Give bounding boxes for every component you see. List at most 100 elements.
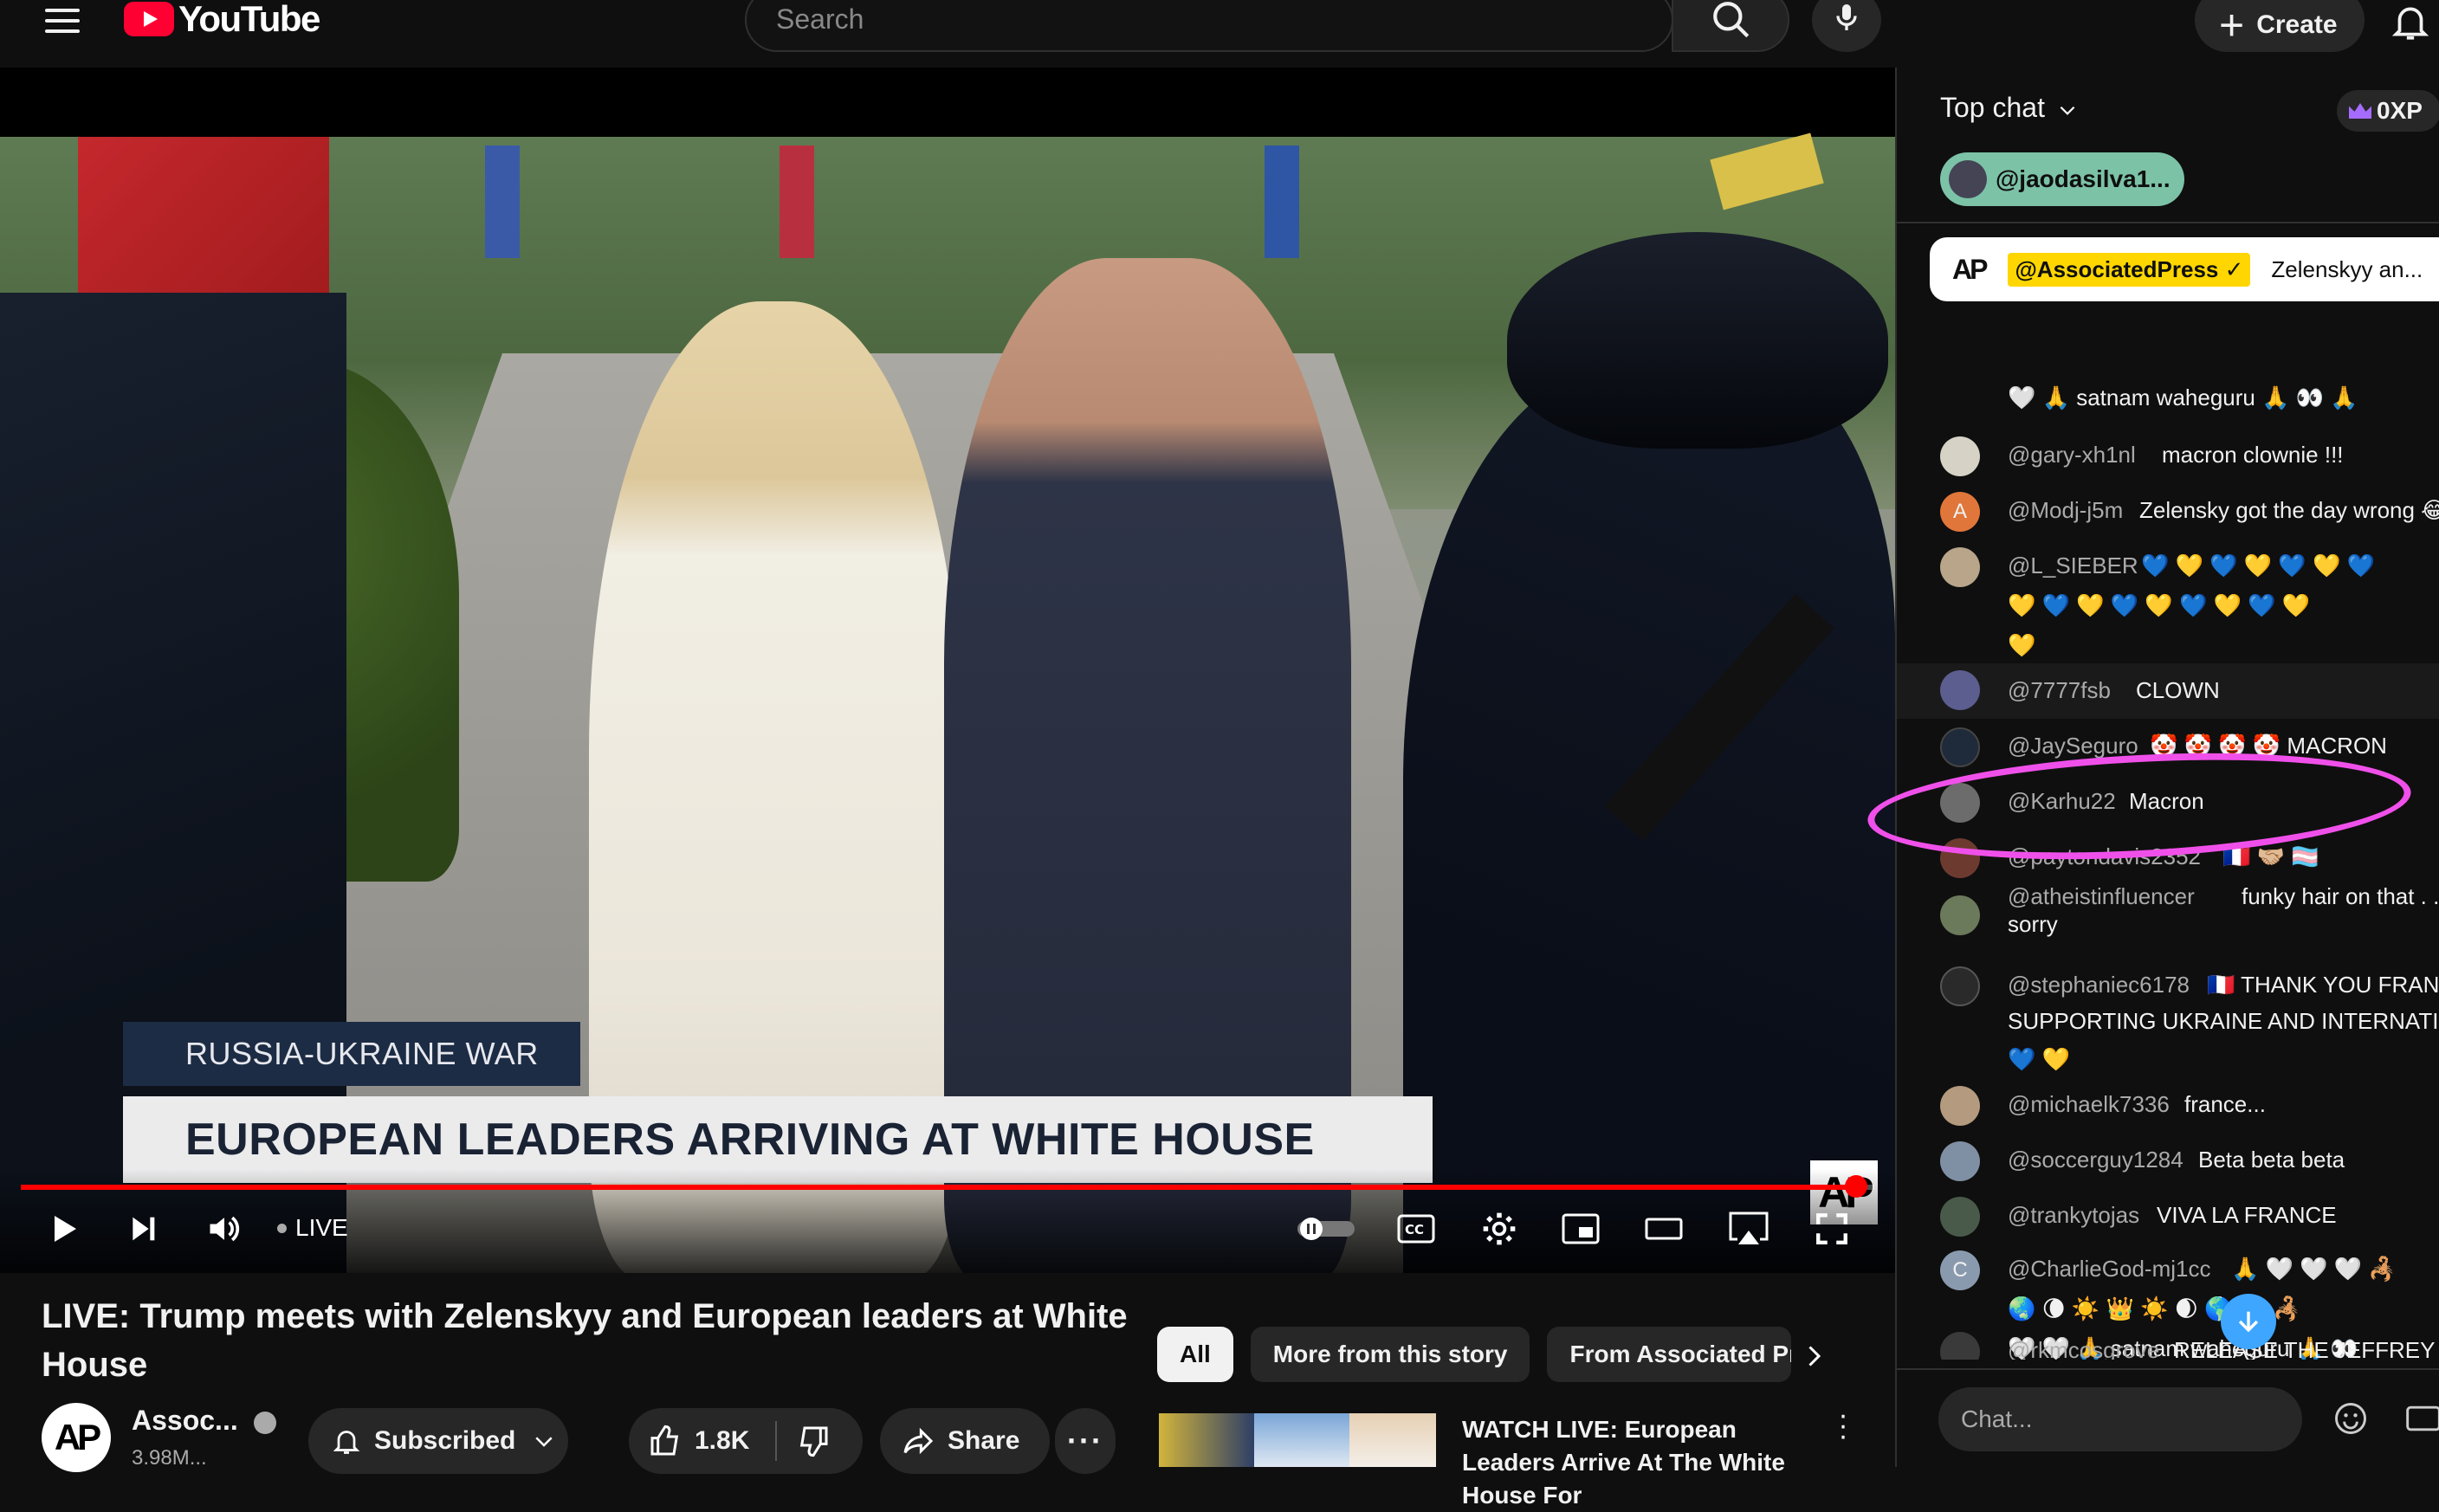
- pinned-message-banner[interactable]: AP @AssociatedPress ✓ Zelenskyy an...: [1930, 237, 2439, 301]
- chat-input-placeholder: Chat...: [1961, 1405, 2033, 1432]
- chat-message[interactable]: @7777fsb CLOWN: [1897, 663, 2439, 719]
- thumbs-up-icon[interactable]: [648, 1424, 683, 1458]
- chat-mode-selector[interactable]: Top chat: [1940, 92, 2079, 124]
- voice-search-button[interactable]: [1812, 0, 1881, 52]
- super-chat-icon[interactable]: [2404, 1399, 2439, 1438]
- play-button[interactable]: [42, 1207, 85, 1250]
- message-author[interactable]: @michaelk7336: [2008, 1084, 2170, 1124]
- video-flag: [780, 145, 814, 258]
- notifications-icon[interactable]: [2389, 0, 2432, 43]
- svg-text:CC: CC: [1405, 1222, 1424, 1237]
- video-player[interactable]: RUSSIA-UKRAINE WAR EUROPEAN LEADERS ARRI…: [0, 68, 1895, 1273]
- youtube-logo[interactable]: YouTube: [124, 0, 320, 40]
- channel-avatar[interactable]: AP: [42, 1403, 111, 1472]
- video-guard-cap: [1507, 232, 1888, 449]
- search-placeholder: Search: [776, 3, 864, 35]
- captions-button[interactable]: CC: [1394, 1207, 1438, 1250]
- chip-from-associated-press[interactable]: From Associated Pre: [1547, 1327, 1792, 1382]
- chip-more-from-this-story[interactable]: More from this story: [1250, 1327, 1530, 1382]
- user-avatar[interactable]: [1940, 436, 1980, 476]
- menu-icon[interactable]: [45, 3, 80, 38]
- message-author[interactable]: @soccerguy1284: [2008, 1140, 2183, 1179]
- message-author[interactable]: @CharlieGod-mj1cc: [2008, 1249, 2210, 1289]
- create-button[interactable]: + Create: [2195, 0, 2365, 52]
- chat-input[interactable]: Chat...: [1938, 1387, 2302, 1451]
- user-avatar[interactable]: A: [1940, 492, 1980, 532]
- live-dot-icon: [277, 1223, 287, 1233]
- verified-badge-icon: [253, 1411, 276, 1434]
- chevron-right-icon[interactable]: [1798, 1341, 1829, 1372]
- video-title: LIVE: Trump meets with Zelenskyy and Eur…: [42, 1297, 1128, 1384]
- subscribed-button[interactable]: Subscribed: [308, 1408, 568, 1474]
- volume-button[interactable]: [201, 1207, 248, 1250]
- related-video-title[interactable]: WATCH LIVE: European Leaders Arrive At T…: [1462, 1413, 1826, 1512]
- theater-mode-button[interactable]: [1642, 1207, 1685, 1250]
- message-text: 💙 💛 💙 💛 💙 💛 💙: [2141, 552, 2375, 578]
- live-indicator[interactable]: LIVE: [277, 1214, 348, 1242]
- message-author[interactable]: @rkmcosgrove: [2008, 1330, 2159, 1360]
- message-text: macron clownie !!!: [2162, 442, 2344, 468]
- message-text: france...: [2184, 1091, 2266, 1117]
- user-avatar[interactable]: [1940, 1332, 1980, 1360]
- message-text-continued: 💛: [2008, 632, 2036, 658]
- thumbnail-panel: [1254, 1413, 1349, 1467]
- xp-label: 0XP: [2377, 97, 2423, 124]
- pinned-avatar: AP: [1952, 253, 1988, 285]
- search-button[interactable]: [1672, 0, 1789, 52]
- xp-badge[interactable]: 0XP: [2337, 90, 2439, 132]
- more-vertical-icon[interactable]: · · ·: [1834, 1400, 1852, 1451]
- related-thumbnail[interactable]: [1159, 1413, 1436, 1467]
- progress-fill: [21, 1185, 1856, 1190]
- chip-all[interactable]: All: [1157, 1327, 1233, 1382]
- share-button[interactable]: Share: [880, 1408, 1050, 1474]
- user-avatar[interactable]: [1940, 1141, 1980, 1181]
- share-icon: [903, 1427, 934, 1455]
- miniplayer-icon: [1562, 1213, 1600, 1244]
- message-author[interactable]: @stephaniec6178: [2008, 965, 2190, 1005]
- ticker-handle: @jaodasilva1...: [1996, 165, 2171, 192]
- like-count[interactable]: 1.8K: [695, 1426, 749, 1456]
- user-avatar[interactable]: [1940, 966, 1980, 1006]
- user-avatar[interactable]: [1940, 1197, 1980, 1237]
- autoplay-toggle[interactable]: [1296, 1207, 1356, 1250]
- pinned-handle[interactable]: @AssociatedPress ✓: [2008, 252, 2251, 287]
- video-flag: [485, 145, 520, 258]
- emoji-icon[interactable]: [2332, 1399, 2370, 1438]
- pinned-handle-text: @AssociatedPress: [2015, 255, 2219, 282]
- scroll-to-latest-button[interactable]: [2221, 1294, 2276, 1349]
- autoplay-toggle-icon: [1297, 1218, 1355, 1240]
- next-button[interactable]: [121, 1207, 165, 1250]
- message-author[interactable]: @L_SIEBER: [2008, 546, 2138, 585]
- user-avatar[interactable]: C: [1940, 1250, 1980, 1290]
- message-text: RELEASE THE JEFFREY EP: [2174, 1337, 2439, 1360]
- chat-ticker-item[interactable]: @jaodasilva1...: [1940, 152, 2184, 206]
- like-dislike-group: 1.8K: [629, 1408, 863, 1474]
- message-author[interactable]: @gary-xh1nl: [2008, 435, 2136, 475]
- scrubber-handle[interactable]: [1844, 1175, 1867, 1198]
- message-text-continued: 💙 💛: [2008, 1046, 2070, 1072]
- message-text-continued: SUPPORTING UKRAINE AND INTERNATION: [2008, 1008, 2439, 1034]
- progress-bar[interactable]: [21, 1185, 1874, 1190]
- message-text: 🇫🇷 THANK YOU FRAN: [2207, 972, 2439, 998]
- search-icon: [1713, 2, 1750, 38]
- user-avatar[interactable]: [1940, 895, 1980, 935]
- search-input[interactable]: Search: [745, 0, 1673, 52]
- message-author[interactable]: @7777fsb: [2008, 670, 2111, 710]
- channel-name[interactable]: Assoc...: [132, 1405, 276, 1437]
- youtube-play-icon: [124, 2, 174, 36]
- miniplayer-button[interactable]: [1559, 1207, 1602, 1250]
- chat-mode-label: Top chat: [1940, 92, 2045, 123]
- cast-button[interactable]: [1725, 1207, 1772, 1250]
- more-actions-button[interactable]: ···: [1055, 1408, 1116, 1474]
- user-avatar[interactable]: [1940, 1086, 1980, 1126]
- settings-button[interactable]: [1478, 1207, 1521, 1250]
- user-avatar[interactable]: [1940, 727, 1980, 767]
- fullscreen-button[interactable]: [1810, 1207, 1854, 1250]
- user-avatar[interactable]: [1940, 670, 1980, 710]
- message-author[interactable]: @Modj-j5m: [2008, 490, 2123, 530]
- message-author[interactable]: @trankytojas: [2008, 1195, 2139, 1235]
- user-avatar[interactable]: [1940, 547, 1980, 587]
- ticker-avatar: [1949, 160, 1987, 198]
- thumbs-down-icon[interactable]: [796, 1424, 831, 1458]
- bell-icon: [333, 1431, 360, 1454]
